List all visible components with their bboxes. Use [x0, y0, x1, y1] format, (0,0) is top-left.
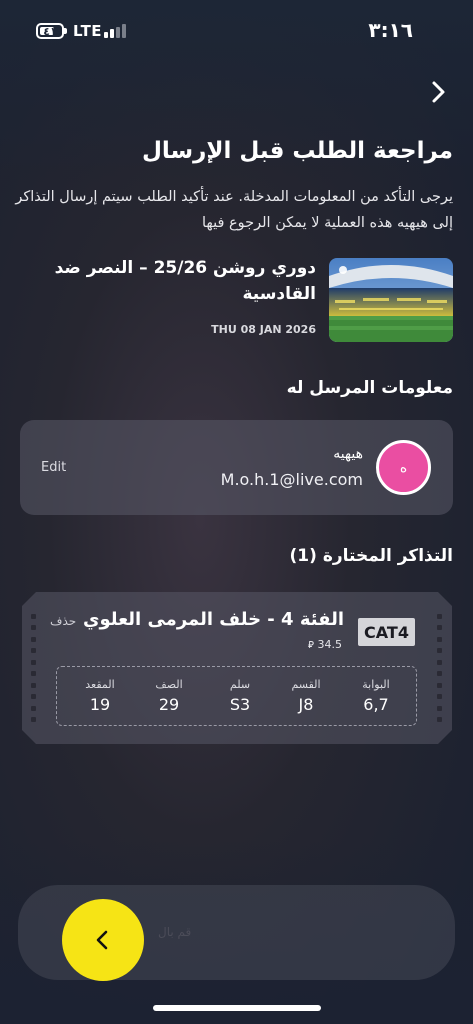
- slider-knob[interactable]: [62, 899, 144, 981]
- seat-detail-section: القسم J8: [281, 678, 331, 714]
- seat-detail-value: J8: [298, 695, 314, 714]
- seat-detail-value: 29: [158, 695, 180, 714]
- slide-hint: قم بال: [158, 925, 192, 939]
- tickets-section-title: التذاكر المختارة (1): [289, 546, 454, 566]
- seat-detail-label: البوابة: [362, 678, 390, 691]
- seat-detail-value: S3: [229, 695, 251, 714]
- event-date: THU 08 JAN 2026: [211, 323, 316, 336]
- ticket-card: CAT4 الفئة 4 - خلف المرمى العلوي ⃁ 34.5 …: [22, 592, 452, 744]
- event-name: دوري روشن 25/26 – النصر ضد القادسية: [54, 258, 316, 304]
- seat-detail-stairs: سلم S3: [215, 678, 265, 714]
- seat-detail-row: الصف 29: [144, 678, 194, 714]
- app-screen: ٤١ LTE ٣:١٦ مراجعة الطلب قبل الإرسال يرج…: [0, 0, 473, 1024]
- seat-detail-label: الصف: [155, 678, 183, 691]
- recipient-section-title: معلومات المرسل له: [286, 378, 453, 398]
- slide-to-confirm[interactable]: قم بال: [18, 885, 455, 981]
- status-bar: ٤١ LTE ٣:١٦: [0, 0, 473, 62]
- seat-detail-label: سلم: [229, 678, 251, 691]
- battery-tip: [64, 28, 67, 34]
- edit-recipient-button[interactable]: Edit: [41, 460, 66, 475]
- event-summary: دوري روشن 25/26 – النصر ضد القادسية THU …: [0, 255, 473, 345]
- seat-details: البوابة 6,7 القسم J8 سلم S3 الصف 29 المق…: [56, 666, 417, 726]
- recipient-email: M.o.h.1@live.com: [220, 470, 363, 489]
- seat-detail-value: 6,7: [363, 695, 389, 714]
- home-indicator[interactable]: [153, 1005, 321, 1011]
- recipient-card: ه هيهيه M.o.h.1@live.com Edit: [20, 420, 453, 515]
- back-button[interactable]: [425, 78, 453, 106]
- avatar: ه: [376, 440, 431, 495]
- chevron-right-icon: [432, 81, 445, 103]
- stadium-image: [329, 258, 453, 342]
- recipient-name: هيهيه: [333, 446, 363, 462]
- page-description: يرجى التأكد من المعلومات المدخلة. عند تأ…: [15, 189, 453, 231]
- ticket-price: ⃁ 34.5: [308, 638, 342, 651]
- network-type: LTE: [73, 22, 103, 40]
- seat-detail-gate: البوابة 6,7: [351, 678, 401, 714]
- category-badge: CAT4: [358, 618, 415, 646]
- battery-level: ٤١: [43, 24, 57, 38]
- ticket-price-value: 34.5: [317, 638, 343, 651]
- ticket-title: الفئة 4 - خلف المرمى العلوي: [82, 609, 344, 630]
- page-title: مراجعة الطلب قبل الإرسال: [141, 138, 453, 164]
- ticket-perforation-left: [31, 614, 37, 722]
- seat-detail-label: القسم: [291, 678, 321, 691]
- chevron-left-icon: [96, 930, 108, 950]
- seat-detail-value: 19: [89, 695, 111, 714]
- seat-detail-seat: المقعد 19: [75, 678, 125, 714]
- ticket-perforation-right: [437, 614, 443, 722]
- battery-icon: ٤١: [36, 23, 64, 39]
- riyal-icon: ⃁: [308, 640, 314, 651]
- seat-detail-label: المقعد: [85, 678, 115, 691]
- delete-ticket-button[interactable]: حذف: [50, 614, 76, 628]
- status-time: ٣:١٦: [368, 18, 413, 42]
- signal-icon: [104, 24, 128, 38]
